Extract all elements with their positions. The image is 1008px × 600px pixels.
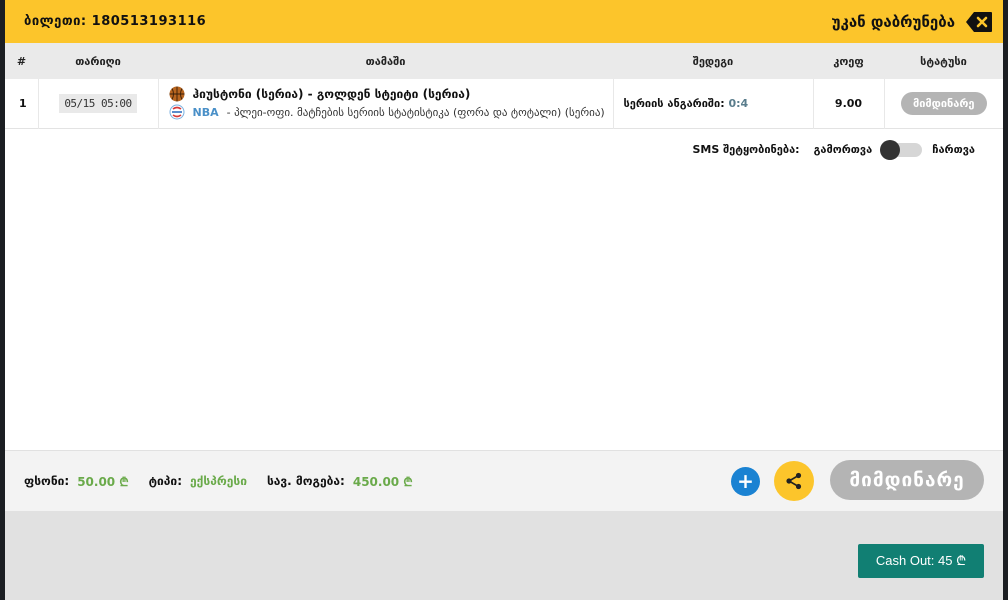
- column-header-game: თამაში: [365, 54, 406, 68]
- row-number: 1: [5, 79, 39, 128]
- column-header-result: შედეგი: [692, 54, 734, 68]
- result-score: 0:4: [728, 96, 749, 110]
- result-label: სერიის ანგარიში:: [623, 96, 725, 110]
- currency-lari-icon: ₾: [403, 474, 413, 489]
- row-date: 05/15 05:00: [59, 93, 137, 113]
- currency-lari-icon: ₾: [119, 474, 129, 489]
- bets-table: # თარიღი თამაში შედეგი კოეფ სტატუსი 1 05…: [5, 43, 1003, 129]
- sms-toggle[interactable]: [880, 139, 923, 160]
- stake-value-wrap: 50.00 ₾: [77, 473, 128, 490]
- status-badge: მიმდინარე: [900, 91, 987, 115]
- win-label: სავ. მოგება:: [266, 474, 345, 488]
- league-name: NBA: [192, 105, 219, 119]
- table-row: 1 05/15 05:00 ჰიუსტონი (სერია) - გოლდენ …: [5, 79, 1003, 128]
- type-label: ტიპი:: [148, 474, 182, 488]
- stake-label: ფსონი:: [24, 474, 70, 488]
- row-date-cell: 05/15 05:00: [38, 79, 159, 128]
- win-value: 450.00: [352, 474, 400, 489]
- possible-win-info: სავ. მოგება: 450.00 ₾: [267, 473, 413, 490]
- bets-panel: # თარიღი თამაში შედეგი კოეფ სტატუსი 1 05…: [5, 43, 1003, 450]
- column-header-date: თარიღი: [75, 54, 121, 68]
- backspace-icon: [966, 11, 992, 32]
- stake-value: 50.00: [77, 474, 116, 489]
- nba-logo-icon: [169, 104, 184, 120]
- ticket-status-badge: მიმდინარე: [830, 460, 984, 500]
- win-value-wrap: 450.00 ₾: [353, 473, 413, 490]
- game-match-line: ჰიუსტონი (სერია) - გოლდენ სტეიტი (სერია): [169, 86, 613, 102]
- row-status-cell: მიმდინარე: [884, 79, 1003, 128]
- stake-info: ფსონი: 50.00 ₾: [24, 473, 129, 490]
- back-label: უკან დაბრუნება: [831, 12, 955, 31]
- match-name[interactable]: ჰიუსტონი (სერია) - გოლდენ სტეიტი (სერია): [193, 87, 471, 101]
- game-market-line: NBA - პლეი-ოფი. მატჩების სერიის სტატისტი…: [169, 104, 613, 120]
- row-result-cell: სერიის ანგარიში: 0:4: [613, 79, 814, 128]
- column-header-status: სტატუსი: [920, 54, 967, 68]
- ticket-number: 180513193116: [91, 14, 207, 29]
- table-header-row: # თარიღი თამაში შედეგი კოეფ სტატუსი: [5, 43, 1003, 79]
- back-button[interactable]: უკან დაბრუნება: [832, 11, 993, 33]
- column-header-num: #: [16, 54, 27, 68]
- share-icon: [786, 472, 802, 490]
- modal-header: ბილეთი: 180513193116 უკან დაბრუნება: [5, 0, 1003, 43]
- share-button[interactable]: [774, 461, 814, 501]
- sms-label: SMS შეტყობინება:: [692, 143, 800, 156]
- row-odds: 9.00: [813, 79, 885, 128]
- sms-off-label: გამორთვა: [813, 143, 873, 156]
- market-name: - პლეი-ოფი. მატჩების სერიის სტატისტიკა (…: [226, 105, 605, 119]
- column-header-odds: კოეფ: [833, 54, 864, 68]
- basketball-icon: [169, 86, 184, 102]
- sms-on-label: ჩართვა: [932, 143, 975, 156]
- ticket-footer: ფსონი: 50.00 ₾ ტიპი: ექსპრესი სავ. მოგებ…: [5, 451, 1003, 511]
- add-button[interactable]: +: [731, 467, 760, 496]
- ticket-label: ბილეთი:: [24, 14, 87, 29]
- ticket-modal: ბილეთი: 180513193116 უკან დაბრუნება # თა…: [5, 0, 1003, 600]
- type-value: ექსპრესი: [190, 474, 247, 488]
- row-game-cell: ჰიუსტონი (სერია) - გოლდენ სტეიტი (სერია)…: [158, 79, 614, 128]
- cash-out-button[interactable]: Cash Out: 45 ₾: [858, 544, 984, 578]
- ticket-title: ბილეთი: 180513193116: [24, 14, 206, 29]
- type-info: ტიპი: ექსპრესი: [149, 474, 247, 488]
- toggle-knob: [880, 139, 901, 160]
- sms-notification-row: SMS შეტყობინება: გამორთვა ჩართვა: [5, 129, 1003, 160]
